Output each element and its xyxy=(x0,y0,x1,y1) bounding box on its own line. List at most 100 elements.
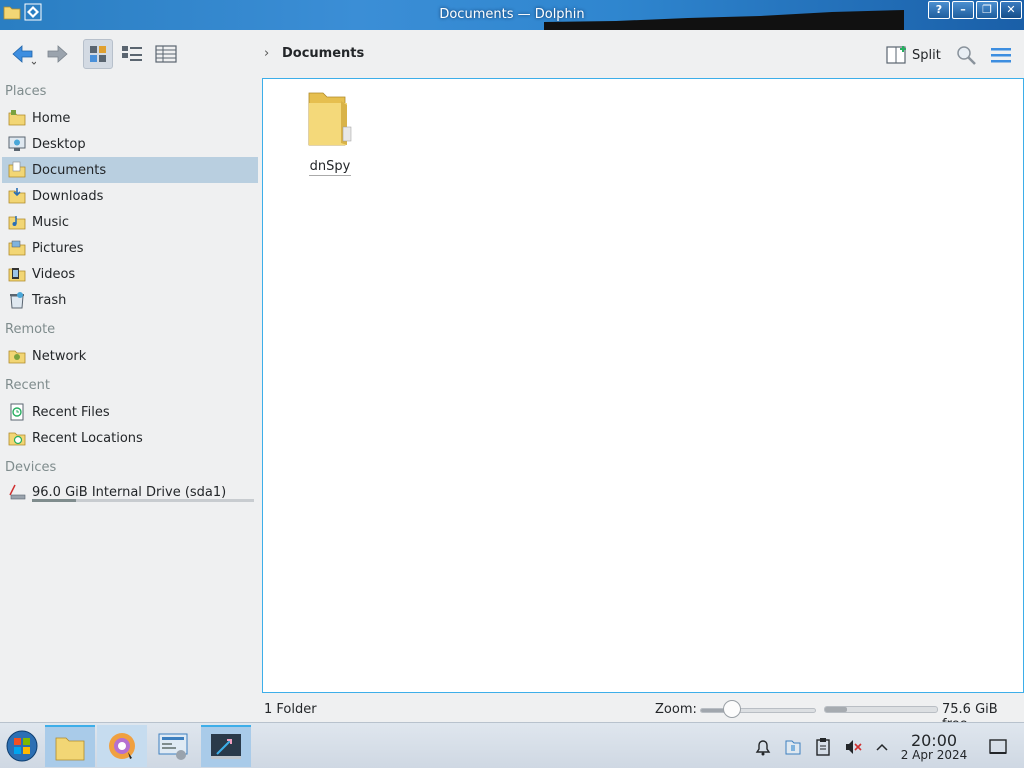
chevron-up-icon xyxy=(876,743,888,751)
sidebar-item-pictures[interactable]: Pictures xyxy=(2,235,258,261)
sidebar-item-home[interactable]: Home xyxy=(2,105,258,131)
clock-date[interactable]: 2 Apr 2024 xyxy=(896,748,972,762)
status-summary: 1 Folder xyxy=(264,702,317,717)
compact-view-icon xyxy=(122,46,142,61)
sidebar-item-label: 96.0 GiB Internal Drive (sda1) xyxy=(32,484,227,500)
taskbar-app[interactable] xyxy=(201,725,251,767)
file-view[interactable]: dnSpy xyxy=(262,78,1024,693)
clipboard-icon xyxy=(816,738,830,756)
breadcrumb[interactable]: Documents xyxy=(282,46,364,61)
network-folder-icon xyxy=(8,350,26,364)
sidebar-item-label: Music xyxy=(32,214,69,230)
desktop-icon xyxy=(8,136,26,151)
show-hidden-icons-tray[interactable] xyxy=(871,736,893,758)
sidebar-item-label: Downloads xyxy=(32,188,104,204)
taskbar-browser[interactable] xyxy=(97,725,147,767)
sidebar-item-documents[interactable]: Documents xyxy=(2,157,258,183)
sidebar-item-label: Recent Files xyxy=(32,404,110,420)
drive-icon xyxy=(9,484,26,500)
recent-files-icon xyxy=(10,403,24,421)
folder-name: dnSpy xyxy=(308,159,352,176)
back-button[interactable] xyxy=(8,39,38,69)
system-settings-icon xyxy=(158,733,188,760)
sidebar-item-label: Pictures xyxy=(32,240,84,256)
sidebar-item-network[interactable]: Network xyxy=(2,343,258,369)
sidebar-item-label: Network xyxy=(32,348,87,364)
sidebar-item-label: Videos xyxy=(32,266,76,282)
sidebar-item-trash[interactable]: Trash xyxy=(2,287,258,313)
music-folder-icon xyxy=(8,216,26,230)
folder-icon xyxy=(55,737,85,761)
icons-view-button[interactable] xyxy=(83,39,113,69)
videos-folder-icon xyxy=(8,268,26,282)
toolbar: › Documents Split xyxy=(0,30,1024,78)
taskbar-dolphin[interactable] xyxy=(45,725,95,767)
sidebar-item-label: Desktop xyxy=(32,136,86,152)
sidebar-item-label: Home xyxy=(32,110,71,126)
details-view-icon xyxy=(155,45,177,63)
free-space-bar xyxy=(824,706,938,713)
title-bar[interactable]: Documents — Dolphin ? – ❐ ✕ xyxy=(0,0,1024,30)
sidebar-item-downloads[interactable]: Downloads xyxy=(2,183,258,209)
help-button[interactable]: ? xyxy=(928,1,950,19)
folder-icon xyxy=(308,92,352,146)
sidebar-item-recent-files[interactable]: Recent Files xyxy=(2,399,258,425)
sidebar-item-label: Recent Locations xyxy=(32,430,143,446)
volume-muted-icon xyxy=(846,740,862,754)
clipboard-tray[interactable] xyxy=(812,736,834,758)
sidebar-item-desktop[interactable]: Desktop xyxy=(2,131,258,157)
places-panel: Places Home Desktop Documents Downloads … xyxy=(0,78,262,698)
maximize-button[interactable]: ❐ xyxy=(976,1,998,19)
sidebar-item-label: Documents xyxy=(32,162,107,178)
forward-button[interactable] xyxy=(42,39,72,69)
remote-section-header: Remote xyxy=(5,322,56,337)
split-view-icon xyxy=(886,46,906,64)
start-menu-button[interactable] xyxy=(0,725,44,767)
devices-section-header: Devices xyxy=(5,460,57,475)
hamburger-menu-icon[interactable] xyxy=(988,43,1014,67)
sidebar-item-videos[interactable]: Videos xyxy=(2,261,258,287)
folder-item[interactable]: dnSpy xyxy=(303,87,357,176)
places-section-header: Places xyxy=(5,84,47,99)
status-bar: 1 Folder Zoom: 75.6 GiB free xyxy=(0,697,1024,732)
arrow-left-icon xyxy=(12,45,36,65)
minimize-button[interactable]: – xyxy=(952,1,974,19)
search-icon[interactable] xyxy=(954,43,978,67)
start-orb-icon xyxy=(6,730,38,762)
device-notifier-tray[interactable] xyxy=(782,736,804,758)
drive-usage-fill xyxy=(32,499,77,502)
zoom-slider-handle[interactable] xyxy=(723,700,742,718)
free-space-fill xyxy=(825,707,848,712)
app-window-icon xyxy=(211,734,241,759)
split-button[interactable]: Split xyxy=(886,43,941,67)
close-button[interactable]: ✕ xyxy=(1000,1,1022,19)
alarm-bell-icon xyxy=(755,740,771,756)
zoom-label: Zoom: xyxy=(655,702,697,717)
device-notifier-icon xyxy=(785,740,801,755)
breadcrumb-chevron-icon[interactable]: › xyxy=(264,46,269,61)
zoom-slider[interactable] xyxy=(700,708,816,713)
recent-section-header: Recent xyxy=(5,378,50,393)
notifications-tray[interactable] xyxy=(752,736,774,758)
drive-usage-bar xyxy=(32,499,254,502)
sidebar-item-label: Trash xyxy=(32,292,67,308)
details-view-button[interactable] xyxy=(151,39,181,69)
sidebar-item-recent-locations[interactable]: Recent Locations xyxy=(2,425,258,451)
show-desktop-button[interactable] xyxy=(987,736,1009,758)
icons-view-icon xyxy=(90,46,106,62)
browser-icon xyxy=(109,733,135,759)
show-desktop-icon xyxy=(989,739,1007,754)
pictures-folder-icon xyxy=(8,240,26,256)
taskbar: 20:00 2 Apr 2024 xyxy=(0,722,1024,768)
split-label: Split xyxy=(912,47,941,63)
arrow-right-icon xyxy=(47,45,68,63)
recent-locations-icon xyxy=(8,432,26,446)
volume-tray[interactable] xyxy=(842,736,864,758)
window-title: Documents — Dolphin xyxy=(439,7,585,22)
sidebar-item-music[interactable]: Music xyxy=(2,209,258,235)
downloads-folder-icon xyxy=(8,188,26,204)
taskbar-system-settings[interactable] xyxy=(149,725,199,767)
documents-folder-icon xyxy=(8,161,26,178)
compact-view-button[interactable] xyxy=(117,39,147,69)
trash-icon xyxy=(10,292,24,309)
